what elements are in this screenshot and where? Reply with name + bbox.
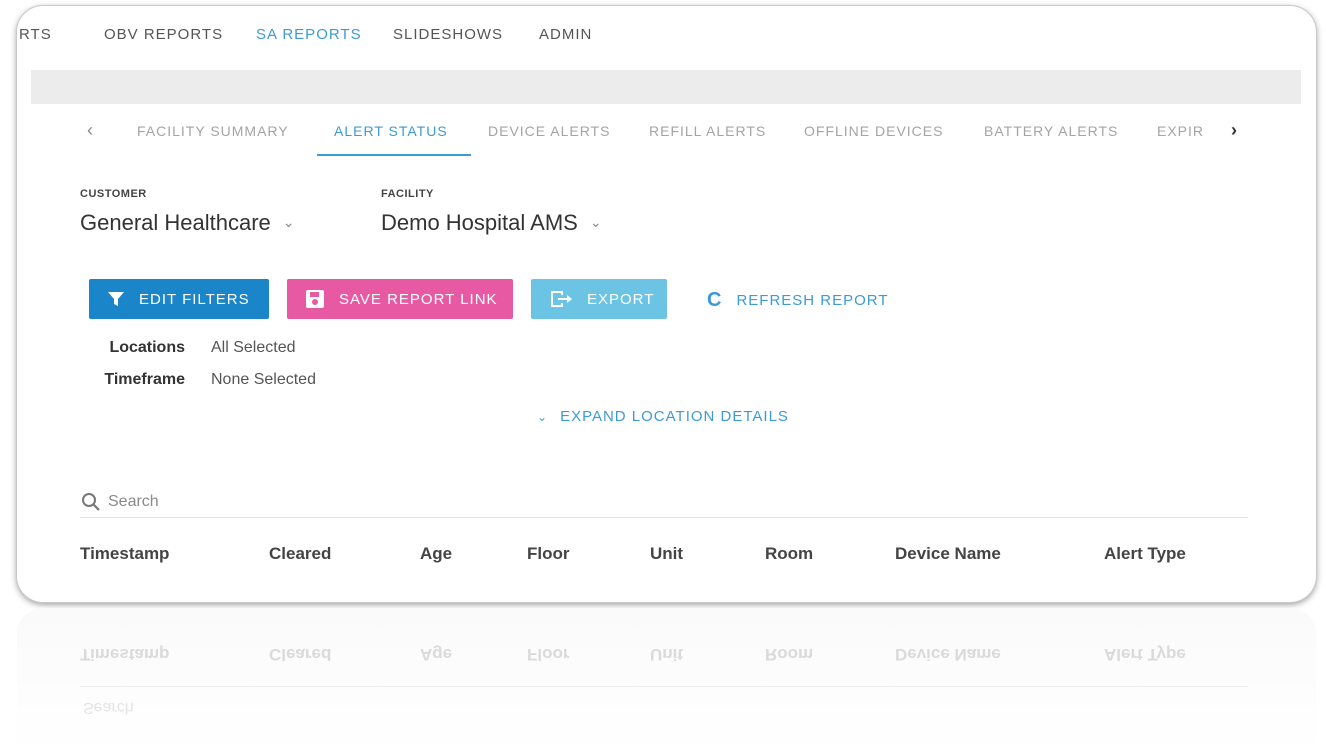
column-header-age[interactable]: Age [420,544,452,564]
column-header-unit[interactable]: Unit [650,544,683,564]
facility-select[interactable]: Demo Hospital AMS ⌄ [381,210,602,236]
toolbar-strip [31,70,1301,104]
nav-item-admin[interactable]: ADMIN [539,26,592,43]
reflection-unit: Unit [650,645,684,664]
search-input[interactable] [108,492,508,511]
timeframe-value: None Selected [211,371,316,388]
save-report-link-button[interactable]: SAVE REPORT LINK [287,279,513,319]
tab-device-alerts[interactable]: DEVICE ALERTS [488,123,610,139]
refresh-report-button[interactable]: C REFRESH REPORT [707,289,889,312]
refresh-icon: C [707,289,723,311]
column-header-floor[interactable]: Floor [527,544,570,564]
reflection-room: Room [765,645,814,664]
column-header-timestamp[interactable]: Timestamp [80,544,169,564]
expand-location-details-link[interactable]: ⌄ EXPAND LOCATION DETAILS [537,408,789,425]
tab-expiring[interactable]: EXPIR [1157,123,1204,139]
locations-value: All Selected [211,339,296,356]
nav-item-slideshows[interactable]: SLIDESHOWS [393,26,503,43]
chevron-down-icon: ⌄ [282,214,295,230]
tab-offline-devices[interactable]: OFFLINE DEVICES [804,123,943,139]
column-header-device-name[interactable]: Device Name [895,544,1001,564]
tabs-prev-icon[interactable]: ‹ [87,120,93,141]
export-label: EXPORT [587,290,655,308]
filter-icon [107,290,125,308]
timeframe-label: Timeframe [104,371,185,388]
facility-value: Demo Hospital AMS [381,210,578,235]
column-header-alert-type[interactable]: Alert Type [1104,544,1186,564]
reflection-alert-type: Alert Type [1104,645,1186,664]
tab-clip: EXPIR [1157,123,1227,141]
column-header-room[interactable]: Room [765,544,813,564]
search-bar [80,486,1248,518]
search-icon [80,491,102,513]
locations-label: Locations [109,339,185,356]
reflection-divider [80,686,1248,687]
chevron-down-icon: ⌄ [537,409,549,424]
tab-facility-summary[interactable]: FACILITY SUMMARY [137,123,289,139]
reflection-device-name: Device Name [895,645,1001,664]
nav-item-sa-reports[interactable]: SA REPORTS [256,26,362,43]
save-report-link-label: SAVE REPORT LINK [339,290,498,308]
top-navigation: RTS OBV REPORTS SA REPORTS SLIDESHOWS AD… [17,6,1316,68]
reflection-floor: Floor [527,645,570,664]
edit-filters-label: EDIT FILTERS [139,290,250,308]
tab-battery-alerts[interactable]: BATTERY ALERTS [984,123,1118,139]
customer-value: General Healthcare [80,210,271,235]
chevron-down-icon: ⌄ [589,214,602,230]
reflection-search: Search [83,699,134,716]
expand-location-details-label: EXPAND LOCATION DETAILS [560,408,789,425]
report-tabs: ‹ FACILITY SUMMARY ALERT STATUS DEVICE A… [17,116,1316,166]
refresh-report-label: REFRESH REPORT [736,292,889,309]
tabs-next-icon[interactable]: › [1231,120,1237,141]
nav-item-reports[interactable]: RTS [19,26,52,43]
save-icon [305,289,325,309]
customer-label: CUSTOMER [80,188,147,200]
edit-filters-button[interactable]: EDIT FILTERS [89,279,269,319]
reflection-cleared: Cleared [269,645,332,664]
facility-label: FACILITY [381,188,434,200]
window-reflection: Timestamp Cleared Age Floor Unit Room De… [17,608,1316,754]
customer-select[interactable]: General Healthcare ⌄ [80,210,295,236]
nav-item-obv-reports[interactable]: OBV REPORTS [104,26,223,43]
tab-refill-alerts[interactable]: REFILL ALERTS [649,123,766,139]
reflection-timestamp: Timestamp [80,645,170,664]
tab-alert-status[interactable]: ALERT STATUS [334,123,448,139]
column-header-cleared[interactable]: Cleared [269,544,331,564]
export-button[interactable]: EXPORT [531,279,667,319]
app-window: RTS OBV REPORTS SA REPORTS SLIDESHOWS AD… [17,6,1316,602]
active-tab-indicator [317,154,471,156]
export-icon [549,289,573,309]
reflection-age: Age [420,645,453,664]
